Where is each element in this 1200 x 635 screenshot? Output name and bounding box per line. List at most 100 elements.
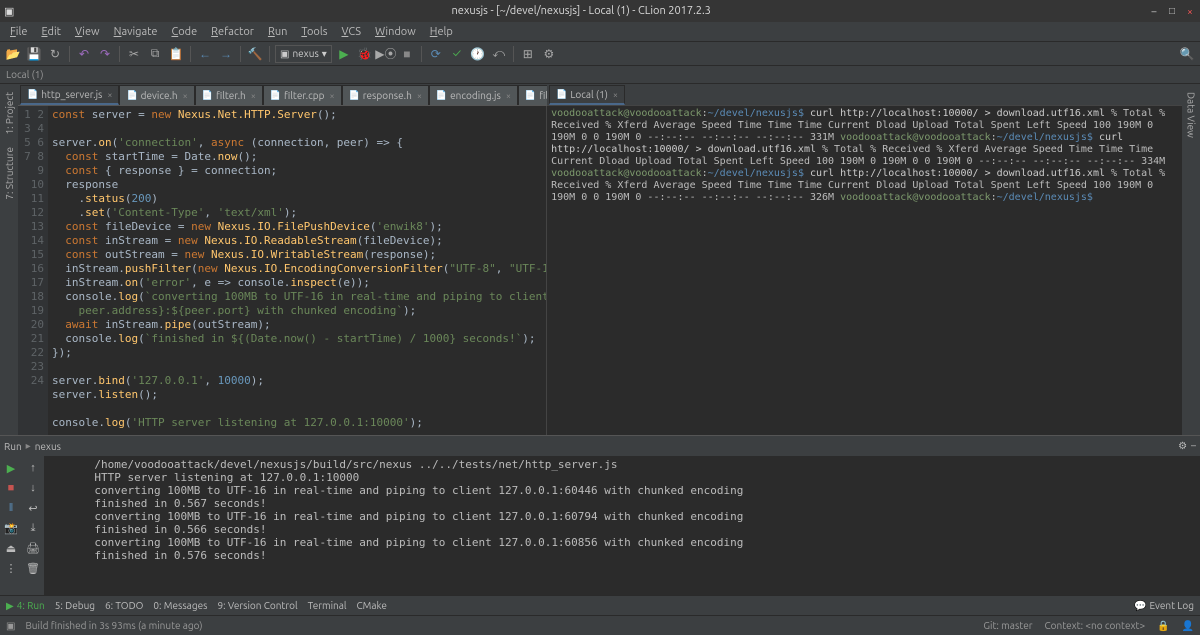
settings-icon[interactable]: ⚙ [540,45,558,63]
maximize-button[interactable]: □ [1166,5,1178,17]
revert-icon[interactable]: ⤺ [490,45,508,63]
sync-icon[interactable]: ↻ [46,45,64,63]
toolwindow-terminal[interactable]: Terminal [308,600,347,612]
copy-icon[interactable]: ⧉ [146,45,164,63]
dump-threads-icon[interactable]: 📸 [3,520,19,536]
scroll-end-icon[interactable]: ⤓ [25,520,41,536]
menu-file[interactable]: File [4,24,33,40]
dataview-toolwindow-button[interactable]: Data View [1186,88,1197,142]
run-icon[interactable]: ▶ [335,45,353,63]
editor-tab-filter-h[interactable]: 📄filter.h× [195,85,263,105]
close-tab-icon[interactable]: × [183,91,188,101]
menu-view[interactable]: View [69,24,106,40]
context-indicator[interactable]: Context: <no context> [1045,620,1146,632]
history-icon[interactable]: 🕐 [469,45,487,63]
stop-icon[interactable]: ■ [3,480,19,496]
settings-icon[interactable]: ⚙ [1178,440,1187,452]
menu-navigate[interactable]: Navigate [108,24,164,40]
commit-icon[interactable]: ✓ [448,45,466,63]
separator [240,46,241,62]
clear-icon[interactable]: 🗑 [25,560,41,576]
cut-icon[interactable]: ✂ [125,45,143,63]
coverage-icon[interactable]: ▶⦿ [377,45,395,63]
close-tab-icon[interactable]: × [417,91,422,101]
bottom-tool-strip: ▶ 4: Run 5: Debug 6: TODO 0: Messages 9: Ver… [0,595,1200,615]
pause-icon[interactable]: ‖ [3,500,19,516]
run-panel-config: nexus [35,441,61,452]
build-icon[interactable]: 🔨 [246,45,264,63]
paste-icon[interactable]: 📋 [167,45,185,63]
close-tab-icon[interactable]: × [251,91,256,101]
code-editor[interactable]: const server = new Nexus.Net.HTTP.Server… [48,106,547,435]
undo-icon[interactable]: ↶ [75,45,93,63]
search-everywhere-icon[interactable]: 🔍 [1178,45,1196,63]
more-icon[interactable]: ⋮ [3,560,19,576]
softwrap-icon[interactable]: ↩ [25,500,41,516]
open-icon[interactable]: 📂 [4,45,22,63]
close-tab-icon[interactable]: × [107,90,112,100]
editor-tab-http_server-js[interactable]: 📄http_server.js× [20,85,119,105]
toolwindow-5-debug[interactable]: 5: Debug [55,600,95,612]
rerun-icon[interactable]: ▶ [3,460,19,476]
terminal-tab-local-1-[interactable]: 📄Local (1)× [549,85,625,105]
separator [69,46,70,62]
menu-window[interactable]: Window [369,24,422,40]
exit-icon[interactable]: ⏏ [3,540,19,556]
hector-icon[interactable]: 👤 [1182,620,1194,632]
close-tab-icon[interactable]: × [613,90,618,100]
menu-vcs[interactable]: VCS [336,24,368,40]
minimize-panel-icon[interactable]: – [1191,440,1196,452]
toolwindow-toggle-icon[interactable]: ▣ [6,620,15,632]
redo-icon[interactable]: ↷ [96,45,114,63]
run-gutter-2: ↑ ↓ ↩ ⤓ 🖨 🗑 [22,456,44,595]
up-stacktrace-icon[interactable]: ↑ [25,460,41,476]
terminal-tabs: 📄Local (1)× [547,84,1182,106]
file-icon: 📄 [556,89,567,100]
close-tab-icon[interactable]: × [506,91,511,101]
close-tab-icon[interactable]: × [329,91,334,101]
run-config-selector[interactable]: ▣ nexus ▾ [275,45,332,63]
event-log-button[interactable]: 💬 Event Log [1134,600,1194,612]
stop-icon[interactable]: ■ [398,45,416,63]
menu-run[interactable]: Run [262,24,293,40]
structure-toolwindow-button[interactable]: 7: Structure [4,143,15,204]
toolwindow-6-todo[interactable]: 6: TODO [105,600,143,612]
minimize-button[interactable]: – [1148,5,1160,17]
toolwindow-0-messages[interactable]: 0: Messages [153,600,207,612]
editor-tab-filter-cpp[interactable]: 📄filter.cpp× [263,85,342,105]
menu-help[interactable]: Help [424,24,459,40]
save-all-icon[interactable]: 💾 [25,45,43,63]
update-project-icon[interactable]: ⟳ [427,45,445,63]
debug-icon[interactable]: 🐞 [356,45,374,63]
back-icon[interactable]: ← [196,45,214,63]
lock-icon[interactable]: 🔒 [1157,620,1169,632]
run-tool-window: Run ▸ nexus ⚙ – ▶ ■ ‖ 📸 ⏏ ⋮ ↑ ↓ ↩ ⤓ 🖨 🗑 … [0,435,1200,595]
toolwindow-4-run[interactable]: ▶ 4: Run [6,600,45,612]
menu-refactor[interactable]: Refactor [205,24,260,40]
separator [119,46,120,62]
structure-icon[interactable]: ⊞ [519,45,537,63]
file-icon: 📄 [270,90,281,101]
file-icon: 📄 [436,90,447,101]
line-number-gutter[interactable]: 1 2 3 4 5 6 7 8 9 10 11 12 13 14 15 16 1… [18,106,48,435]
embedded-terminal[interactable]: voodooattack@voodooattack:~/devel/nexusj… [547,106,1182,435]
editor-tab-file-cpp[interactable]: 📄file.cpp× [518,85,547,105]
separator [190,46,191,62]
forward-icon[interactable]: → [217,45,235,63]
menu-code[interactable]: Code [165,24,203,40]
editor-tab-device-h[interactable]: 📄device.h× [119,85,194,105]
menu-edit[interactable]: Edit [35,24,67,40]
file-icon: 📄 [27,89,38,100]
print-icon[interactable]: 🖨 [25,540,41,556]
run-panel-title: Run [4,441,22,452]
git-branch[interactable]: Git: master [983,620,1032,632]
editor-tab-response-h[interactable]: 📄response.h× [342,85,429,105]
project-toolwindow-button[interactable]: 1: Project [4,88,15,139]
editor-tab-encoding-js[interactable]: 📄encoding.js× [429,85,518,105]
toolwindow-9-version-control[interactable]: 9: Version Control [217,600,297,612]
toolwindow-cmake[interactable]: CMake [357,600,387,612]
run-output[interactable]: /home/voodooattack/devel/nexusjs/build/s… [44,456,1200,595]
down-stacktrace-icon[interactable]: ↓ [25,480,41,496]
close-button[interactable]: × [1184,5,1196,17]
menu-tools[interactable]: Tools [295,24,333,40]
